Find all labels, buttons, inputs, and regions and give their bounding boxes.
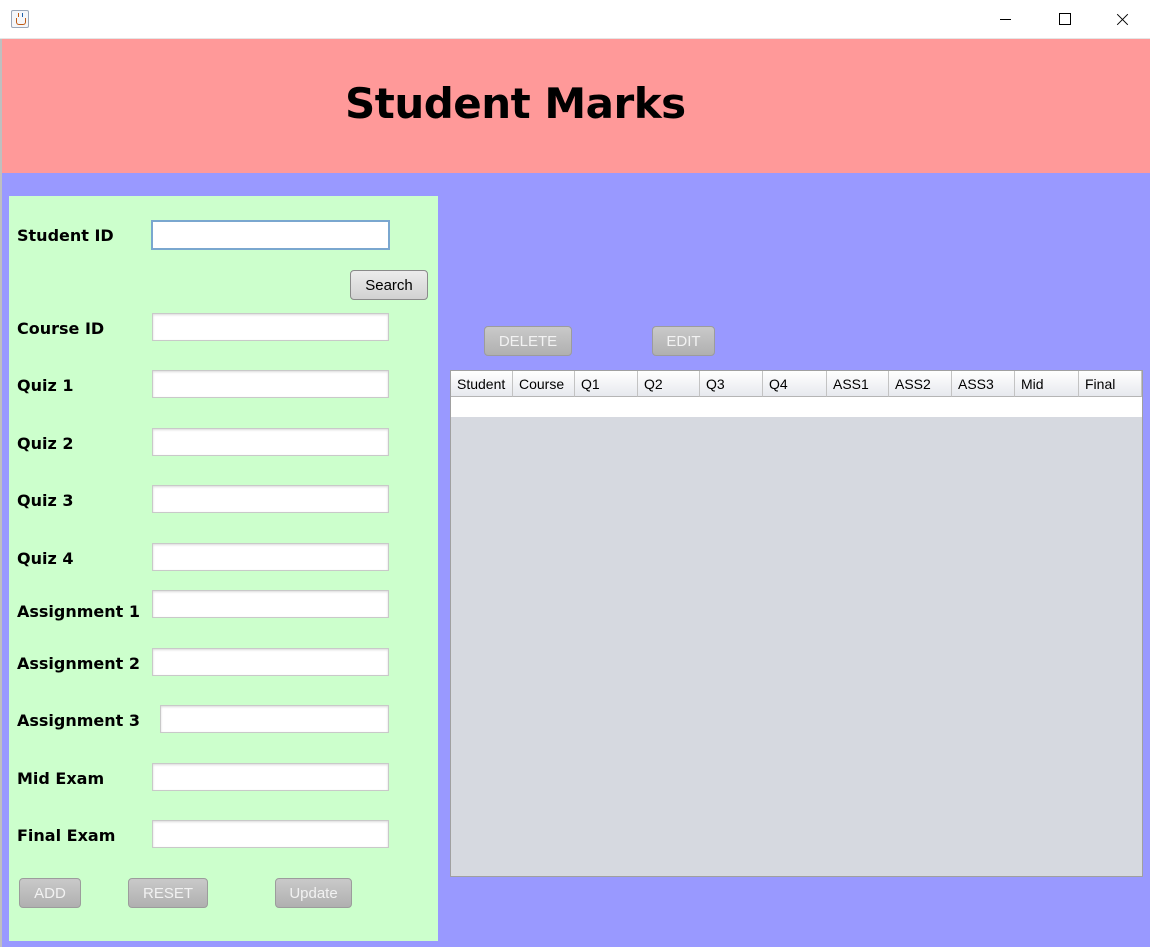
reset-button[interactable]: RESET (128, 878, 208, 908)
delete-button[interactable]: DELETE (484, 326, 572, 356)
student-id-input[interactable] (151, 220, 390, 250)
edit-button[interactable]: EDIT (652, 326, 715, 356)
assignment-3-label: Assignment 3 (17, 711, 141, 730)
update-button[interactable]: Update (275, 878, 352, 908)
student-id-label: Student ID (17, 226, 114, 245)
window-titlebar (0, 0, 1150, 39)
quiz-4-label: Quiz 4 (17, 549, 74, 568)
final-exam-label: Final Exam (17, 826, 116, 845)
table-header-row: Student Course Q1 Q2 Q3 Q4 ASS1 ASS2 ASS… (451, 371, 1142, 397)
page-title: Student Marks (345, 79, 686, 128)
column-header-student[interactable]: Student (451, 371, 513, 397)
column-header-ass3[interactable]: ASS3 (952, 371, 1015, 397)
header-banner: Student Marks (2, 39, 1150, 173)
column-header-q2[interactable]: Q2 (638, 371, 700, 397)
quiz-3-label: Quiz 3 (17, 491, 74, 510)
maximize-icon[interactable] (1035, 0, 1093, 38)
marks-table[interactable]: Student Course Q1 Q2 Q3 Q4 ASS1 ASS2 ASS… (450, 370, 1143, 877)
close-icon[interactable] (1093, 0, 1150, 38)
assignment-1-input[interactable] (152, 590, 389, 618)
column-header-ass1[interactable]: ASS1 (827, 371, 889, 397)
column-header-final[interactable]: Final (1079, 371, 1142, 397)
student-form-panel: Student ID Search Course ID Quiz 1 Quiz … (9, 196, 438, 941)
column-header-course[interactable]: Course (513, 371, 575, 397)
quiz-4-input[interactable] (152, 543, 389, 571)
quiz-1-label: Quiz 1 (17, 376, 74, 395)
column-header-q3[interactable]: Q3 (700, 371, 763, 397)
quiz-1-input[interactable] (152, 370, 389, 398)
quiz-2-input[interactable] (152, 428, 389, 456)
table-row[interactable] (451, 397, 1142, 417)
quiz-3-input[interactable] (152, 485, 389, 513)
search-button[interactable]: Search (350, 270, 428, 300)
minimize-icon[interactable] (976, 0, 1034, 38)
course-id-label: Course ID (17, 319, 105, 338)
column-header-ass2[interactable]: ASS2 (889, 371, 952, 397)
window-left-border (0, 39, 2, 947)
assignment-2-label: Assignment 2 (17, 654, 141, 673)
assignment-1-label: Assignment 1 (17, 602, 141, 621)
column-header-q4[interactable]: Q4 (763, 371, 827, 397)
final-exam-input[interactable] (152, 820, 389, 848)
column-header-q1[interactable]: Q1 (575, 371, 638, 397)
assignment-2-input[interactable] (152, 648, 389, 676)
add-button[interactable]: ADD (19, 878, 81, 908)
java-app-icon (11, 10, 29, 28)
course-id-input[interactable] (152, 313, 389, 341)
assignment-3-input[interactable] (160, 705, 389, 733)
quiz-2-label: Quiz 2 (17, 434, 74, 453)
mid-exam-input[interactable] (152, 763, 389, 791)
mid-exam-label: Mid Exam (17, 769, 105, 788)
column-header-mid[interactable]: Mid (1015, 371, 1079, 397)
